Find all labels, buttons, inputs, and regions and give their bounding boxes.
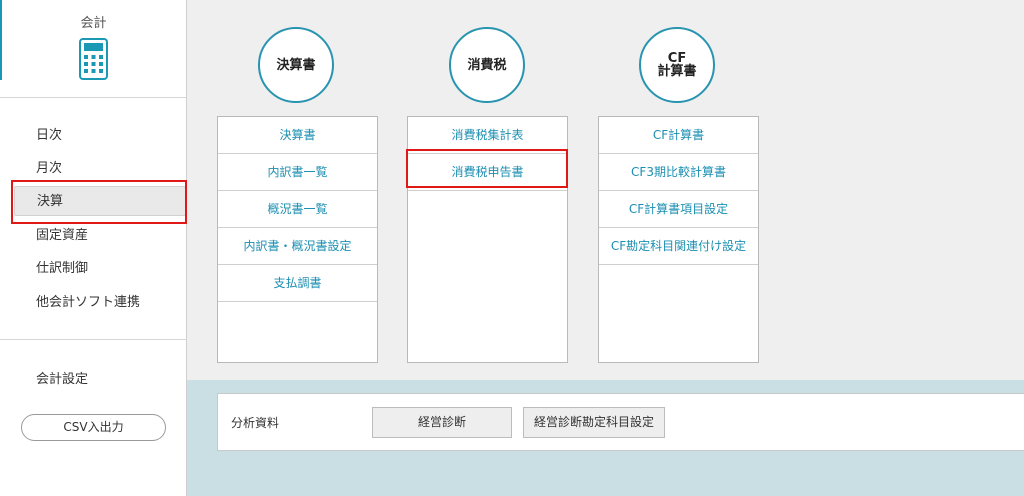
diagnosis-account-settings-button[interactable]: 経営診断勘定科目設定 xyxy=(523,407,665,438)
business-diagnosis-button[interactable]: 経営診断 xyxy=(372,407,512,438)
consumption-tax-panel: 消費税集計表 消費税申告書 xyxy=(407,116,568,363)
csv-import-export-button[interactable]: CSV入出力 xyxy=(21,414,166,441)
link-cf-statement[interactable]: CF計算書 xyxy=(599,117,758,154)
cash-flow-panel: CF計算書 CF3期比較計算書 CF計算書項目設定 CF勘定科目関連付け設定 xyxy=(598,116,759,363)
section-heading-label: 決算書 xyxy=(276,57,316,73)
analysis-toolbar: 分析資料 経営診断 経営診断勘定科目設定 xyxy=(217,393,1024,451)
section-heading-cash-flow: CF 計算書 xyxy=(639,27,715,103)
closing-statements-panel: 決算書 内訳書一覧 概況書一覧 内訳書・概況書設定 支払調書 xyxy=(217,116,378,363)
link-cf-item-settings[interactable]: CF計算書項目設定 xyxy=(599,191,758,228)
link-breakdown-list[interactable]: 内訳書一覧 xyxy=(218,154,377,191)
section-heading-closing-statements: 決算書 xyxy=(258,27,334,103)
link-payment-record[interactable]: 支払調書 xyxy=(218,265,377,302)
sidebar-item-closing[interactable]: 決算 xyxy=(14,186,186,216)
sidebar-divider xyxy=(0,339,187,340)
section-heading-label-line2: 計算書 xyxy=(657,64,697,79)
sidebar-item-fixed-assets[interactable]: 固定資産 xyxy=(14,221,186,251)
section-heading-consumption-tax: 消費税 xyxy=(449,27,525,103)
sidebar-item-monthly[interactable]: 月次 xyxy=(14,154,186,184)
link-consumption-tax-summary[interactable]: 消費税集計表 xyxy=(408,117,567,154)
app-title: 会計 xyxy=(80,16,107,31)
section-heading-label: 消費税 xyxy=(467,57,507,73)
link-financial-statements[interactable]: 決算書 xyxy=(218,117,377,154)
sidebar-item-other-software[interactable]: 他会計ソフト連携 xyxy=(14,288,186,318)
accounting-settings-link[interactable]: 会計設定 xyxy=(36,368,88,387)
link-cf-3-period-comparison[interactable]: CF3期比較計算書 xyxy=(599,154,758,191)
link-cf-account-mapping[interactable]: CF勘定科目関連付け設定 xyxy=(599,228,758,265)
link-overview-list[interactable]: 概況書一覧 xyxy=(218,191,377,228)
analysis-label: 分析資料 xyxy=(231,416,280,430)
sidebar-item-journal-control[interactable]: 仕訳制御 xyxy=(14,254,186,284)
sidebar: 会計 日次 月次 決算 固定資産 仕訳制御 他会計ソフト連携 会計設定 CSV入… xyxy=(0,0,187,496)
calculator-icon xyxy=(79,38,108,80)
link-breakdown-overview-settings[interactable]: 内訳書・概況書設定 xyxy=(218,228,377,265)
link-consumption-tax-return[interactable]: 消費税申告書 xyxy=(408,154,567,191)
sidebar-item-daily[interactable]: 日次 xyxy=(14,121,186,151)
sidebar-divider xyxy=(0,97,187,98)
